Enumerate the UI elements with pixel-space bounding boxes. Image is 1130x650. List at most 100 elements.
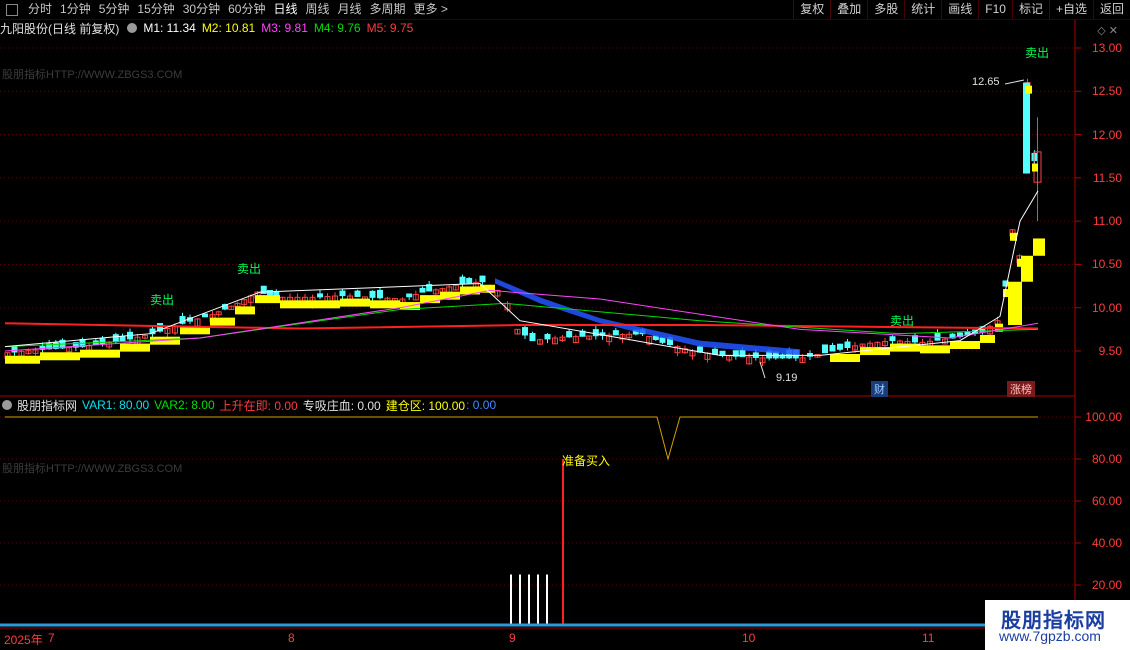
- trend-band: [1017, 258, 1025, 267]
- tab-multi-period[interactable]: 多周期: [366, 0, 410, 19]
- candle-body: [79, 338, 86, 348]
- candle-body: [544, 333, 551, 340]
- trend-band: [310, 300, 340, 309]
- tab-5min[interactable]: 5分钟: [95, 0, 134, 19]
- candle-body: [822, 344, 828, 354]
- candle-body: [646, 336, 653, 345]
- candle-body: [844, 341, 851, 349]
- tab-fenshi[interactable]: 分时: [24, 0, 56, 19]
- candle-body: [1031, 152, 1038, 162]
- tab-15min[interactable]: 15分钟: [133, 0, 178, 19]
- candle-body: [689, 350, 696, 357]
- button-stats[interactable]: 统计: [904, 0, 941, 19]
- button-back[interactable]: 返回: [1092, 0, 1130, 19]
- candle-body: [514, 328, 521, 335]
- price-tick-label: 10.50: [1091, 257, 1122, 272]
- candle-body: [426, 284, 433, 292]
- chevron-right-icon: >: [437, 2, 448, 16]
- candle-body: [406, 293, 413, 298]
- candle-body: [479, 275, 486, 283]
- finance-badge[interactable]: 财: [871, 381, 888, 397]
- candle-body: [25, 350, 32, 355]
- trend-band: [1008, 281, 1022, 326]
- toggle-checkbox[interactable]: [6, 3, 18, 16]
- logo-url: www.7gpzb.com: [999, 628, 1101, 644]
- candle-body: [732, 350, 739, 357]
- candle-body: [586, 335, 593, 340]
- indicator-tick-label: 80.00: [1091, 452, 1122, 466]
- gear-icon[interactable]: [2, 400, 12, 410]
- button-draw-line[interactable]: 画线: [941, 0, 978, 19]
- candle-body: [339, 290, 346, 297]
- candle-body: [704, 352, 711, 360]
- main-chart-header: 九阳股份(日线 前复权) M1: 11.34 M2: 10.81 M3: 9.8…: [0, 20, 419, 36]
- candle-body: [786, 349, 793, 359]
- limit-up-badge[interactable]: 涨榜: [1007, 381, 1035, 397]
- candle-body: [987, 325, 993, 335]
- sell-signal: 卖出: [1025, 46, 1050, 60]
- stock-title[interactable]: 九阳股份(日线 前复权): [0, 20, 119, 37]
- button-add-watchlist[interactable]: +自选: [1048, 0, 1093, 19]
- candle-body: [384, 297, 391, 303]
- trend-band: [460, 286, 480, 295]
- sell-signal: 卖出: [237, 262, 262, 276]
- tab-60min[interactable]: 60分钟: [224, 0, 269, 19]
- price-tick-label: 10.00: [1091, 300, 1122, 315]
- button-overlay[interactable]: 叠加: [830, 0, 867, 19]
- candle-body: [674, 346, 681, 354]
- candle-body: [859, 343, 866, 348]
- tab-weekly[interactable]: 周线: [301, 0, 333, 19]
- candle-body: [172, 325, 178, 334]
- trend-band: [420, 295, 440, 304]
- candle-body: [1016, 255, 1023, 264]
- trend-band: [1021, 255, 1033, 282]
- price-tick-label: 12.50: [1091, 84, 1122, 99]
- candle-body: [566, 331, 573, 338]
- candle-body: [247, 295, 254, 303]
- candle-body: [766, 350, 773, 359]
- candle-body: [504, 302, 511, 311]
- candle-body: [202, 313, 208, 318]
- candle-body: [46, 343, 53, 350]
- prepare-buy-annotation: 准备买入: [562, 454, 611, 468]
- trend-band: [1032, 163, 1038, 172]
- tab-more[interactable]: 更多 >: [410, 0, 452, 19]
- right-toolbar: 复权 叠加 多股 统计 画线 F10 标记 +自选 返回: [793, 0, 1130, 19]
- tab-monthly[interactable]: 月线: [334, 0, 366, 19]
- candle-body: [829, 344, 836, 352]
- trend-band: [150, 336, 180, 345]
- trend-band: [920, 345, 950, 354]
- candle-body: [472, 281, 479, 289]
- candle-body: [309, 296, 316, 306]
- indicator-tick-label: 60.00: [1091, 494, 1122, 508]
- trend-band: [860, 347, 890, 356]
- date-month-9: 9: [509, 631, 516, 645]
- kline-chart[interactable]: [0, 0, 1130, 650]
- button-f10[interactable]: F10: [978, 0, 1012, 19]
- trend-band: [180, 326, 210, 335]
- rising-label: 上升在即: 0.00: [219, 398, 298, 413]
- candle-body: [419, 287, 426, 293]
- close-icon[interactable]: ✕: [1109, 25, 1118, 37]
- price-tick-label: 13.00: [1091, 41, 1122, 55]
- trend-band: [440, 291, 460, 300]
- candle-body: [194, 318, 201, 327]
- button-mark[interactable]: 标记: [1011, 0, 1049, 19]
- tab-1min[interactable]: 1分钟: [56, 0, 95, 19]
- ma3-label: M3: 9.81: [261, 21, 308, 35]
- candle-body: [779, 354, 786, 359]
- button-fuquan[interactable]: 复权: [793, 0, 830, 19]
- tab-daily[interactable]: 日线: [269, 0, 301, 19]
- candle-body: [187, 317, 193, 322]
- tab-30min[interactable]: 30分钟: [179, 0, 224, 19]
- button-multi-stock[interactable]: 多股: [867, 0, 904, 19]
- indicator-name[interactable]: 股朋指标网: [17, 397, 77, 414]
- var2-label: VAR2: 8.00: [154, 398, 215, 412]
- trend-band: [280, 300, 310, 309]
- candle-body: [127, 331, 133, 340]
- gear-icon[interactable]: [127, 23, 138, 33]
- candle-body: [459, 276, 466, 284]
- candle-body: [377, 289, 383, 299]
- diamond-icon[interactable]: ◇: [1097, 25, 1105, 37]
- trend-band: [40, 352, 80, 361]
